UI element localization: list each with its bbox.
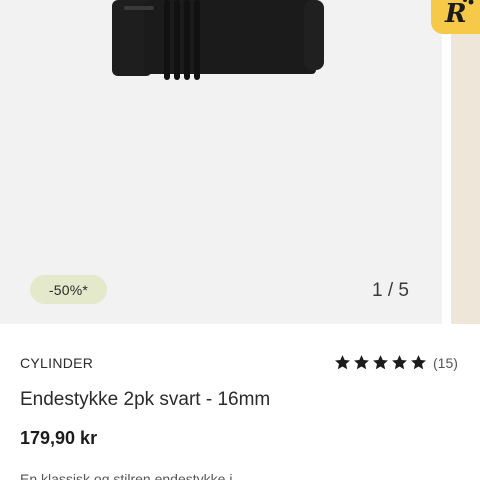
- star-icon: [411, 355, 426, 370]
- gallery-slide-current[interactable]: -50%* 1 / 5: [0, 0, 442, 324]
- product-image: [112, 0, 324, 80]
- star-icon: [392, 355, 407, 370]
- app-logo-icon[interactable]: R: [431, 0, 480, 34]
- star-icon: [354, 355, 369, 370]
- discount-badge: -50%*: [30, 275, 107, 304]
- product-image-gallery[interactable]: -50%* 1 / 5 R: [0, 0, 480, 324]
- product-brand[interactable]: CYLINDER: [20, 355, 93, 371]
- rating-stars: [334, 354, 427, 371]
- star-icon: [335, 355, 350, 370]
- product-description: En klassisk og stilren endestykke i: [20, 471, 233, 480]
- product-title: Endestykke 2pk svart - 16mm: [20, 389, 271, 410]
- product-rating[interactable]: (15): [334, 354, 458, 371]
- discount-badge-label: -50%*: [48, 281, 89, 298]
- star-icon: [373, 355, 388, 370]
- review-count: (15): [433, 354, 458, 371]
- gallery-counter: 1 / 5: [372, 280, 409, 301]
- gallery-slide-next-peek[interactable]: [451, 0, 480, 324]
- svg-text:R: R: [444, 0, 467, 28]
- product-price: 179,90 kr: [20, 428, 98, 448]
